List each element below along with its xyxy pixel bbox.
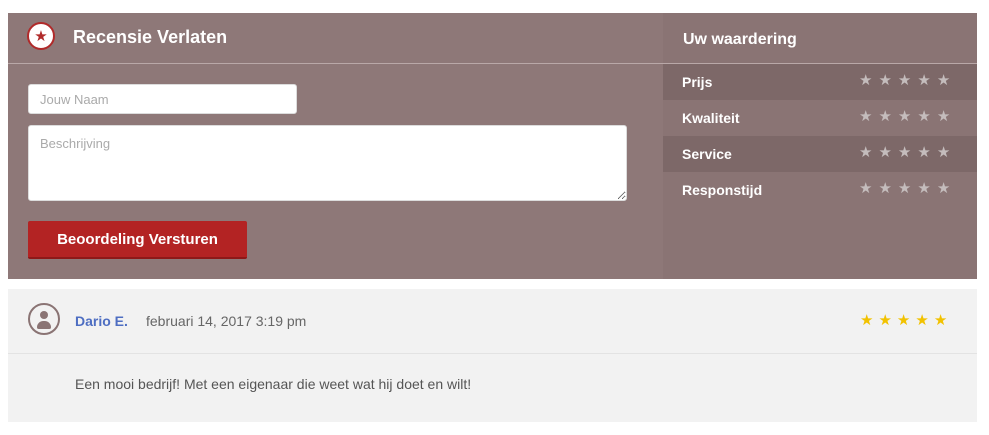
rating-label: Prijs — [682, 74, 713, 90]
rating-row-responstijd: Responstijd ★ ★ ★ ★ ★ — [663, 172, 977, 208]
comment-author[interactable]: Dario E. — [75, 313, 128, 329]
review-form: ★ Recensie Verlaten Beoordeling Versture… — [8, 13, 663, 279]
rating-stars-prijs: ★ ★ ★ ★ ★ — [859, 73, 950, 88]
star-icon[interactable]: ★ — [859, 145, 872, 160]
star-icon: ★ — [27, 22, 55, 50]
star-icon[interactable]: ★ — [937, 181, 950, 196]
review-panel: ★ Recensie Verlaten Beoordeling Versture… — [8, 13, 977, 279]
rating-panel-title: Uw waardering — [683, 31, 797, 48]
star-icon[interactable]: ★ — [878, 109, 891, 124]
star-icon[interactable]: ★ — [937, 109, 950, 124]
star-icon: ★ — [878, 312, 892, 329]
user-icon — [28, 303, 60, 335]
star-icon[interactable]: ★ — [898, 73, 911, 88]
star-icon[interactable]: ★ — [898, 109, 911, 124]
rating-row-kwaliteit: Kwaliteit ★ ★ ★ ★ ★ — [663, 100, 977, 136]
star-icon[interactable]: ★ — [917, 145, 930, 160]
comment-card: Dario E. februari 14, 2017 3:19 pm ★ ★ ★… — [8, 289, 977, 422]
rating-panel-header: Uw waardering — [663, 13, 977, 64]
star-icon[interactable]: ★ — [937, 145, 950, 160]
rating-panel: Uw waardering Prijs ★ ★ ★ ★ ★ Kwaliteit … — [663, 13, 977, 279]
rating-stars-kwaliteit: ★ ★ ★ ★ ★ — [859, 109, 950, 124]
rating-label: Kwaliteit — [682, 110, 740, 126]
review-form-header: ★ Recensie Verlaten — [8, 13, 663, 64]
star-icon[interactable]: ★ — [878, 181, 891, 196]
comment-header: Dario E. februari 14, 2017 3:19 pm ★ ★ ★… — [8, 289, 977, 354]
star-icon[interactable]: ★ — [878, 73, 891, 88]
rating-label: Responstijd — [682, 182, 763, 198]
rating-row-service: Service ★ ★ ★ ★ ★ — [663, 136, 977, 172]
star-icon[interactable]: ★ — [859, 73, 872, 88]
rating-label: Service — [682, 146, 732, 162]
submit-review-button[interactable]: Beoordeling Versturen — [28, 221, 247, 259]
star-icon: ★ — [933, 312, 948, 329]
star-icon: ★ — [860, 312, 874, 329]
rating-stars-responstijd: ★ ★ ★ ★ ★ — [859, 181, 950, 196]
star-icon[interactable]: ★ — [937, 73, 950, 88]
name-input[interactable] — [28, 84, 297, 114]
star-icon[interactable]: ★ — [898, 145, 911, 160]
star-icon[interactable]: ★ — [917, 181, 930, 196]
star-icon: ★ — [896, 312, 911, 329]
comment-text: Een mooi bedrijf! Met een eigenaar die w… — [75, 376, 472, 392]
star-icon[interactable]: ★ — [859, 109, 872, 124]
rating-row-prijs: Prijs ★ ★ ★ ★ ★ — [663, 64, 977, 100]
comment-date: februari 14, 2017 3:19 pm — [146, 313, 307, 329]
review-form-title: Recensie Verlaten — [73, 27, 228, 47]
star-icon[interactable]: ★ — [917, 73, 930, 88]
star-icon: ★ — [915, 312, 929, 329]
comment-rating-stars: ★ ★ ★ ★ ★ — [860, 313, 947, 328]
star-icon[interactable]: ★ — [878, 145, 891, 160]
description-input[interactable] — [28, 125, 627, 201]
star-icon[interactable]: ★ — [898, 181, 911, 196]
star-icon[interactable]: ★ — [859, 181, 872, 196]
rating-stars-service: ★ ★ ★ ★ ★ — [859, 145, 950, 160]
star-icon[interactable]: ★ — [917, 109, 930, 124]
